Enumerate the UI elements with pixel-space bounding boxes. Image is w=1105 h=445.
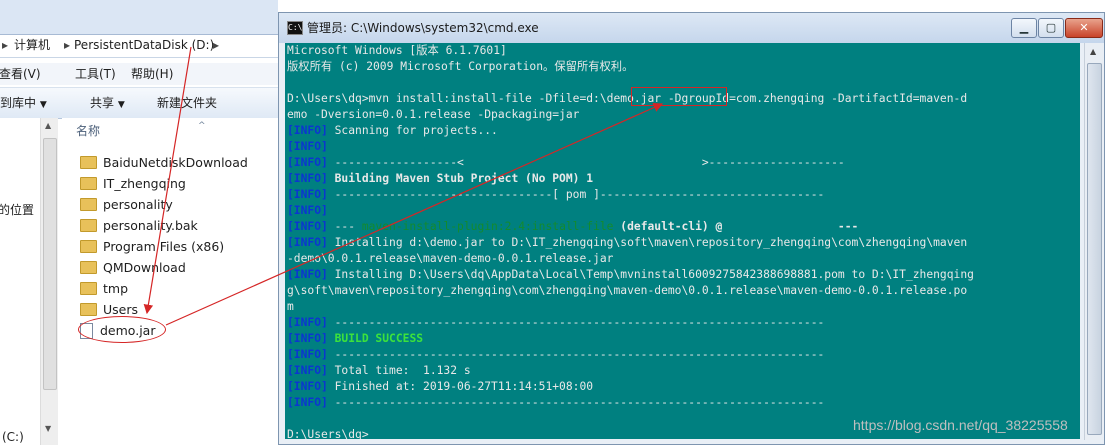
arrow-file-to-command xyxy=(165,103,664,326)
arrow-breadcrumb-to-file xyxy=(143,46,192,315)
watermark: https://blog.csdn.net/qq_38225558 xyxy=(853,417,1068,433)
annotation-arrows xyxy=(143,46,664,326)
